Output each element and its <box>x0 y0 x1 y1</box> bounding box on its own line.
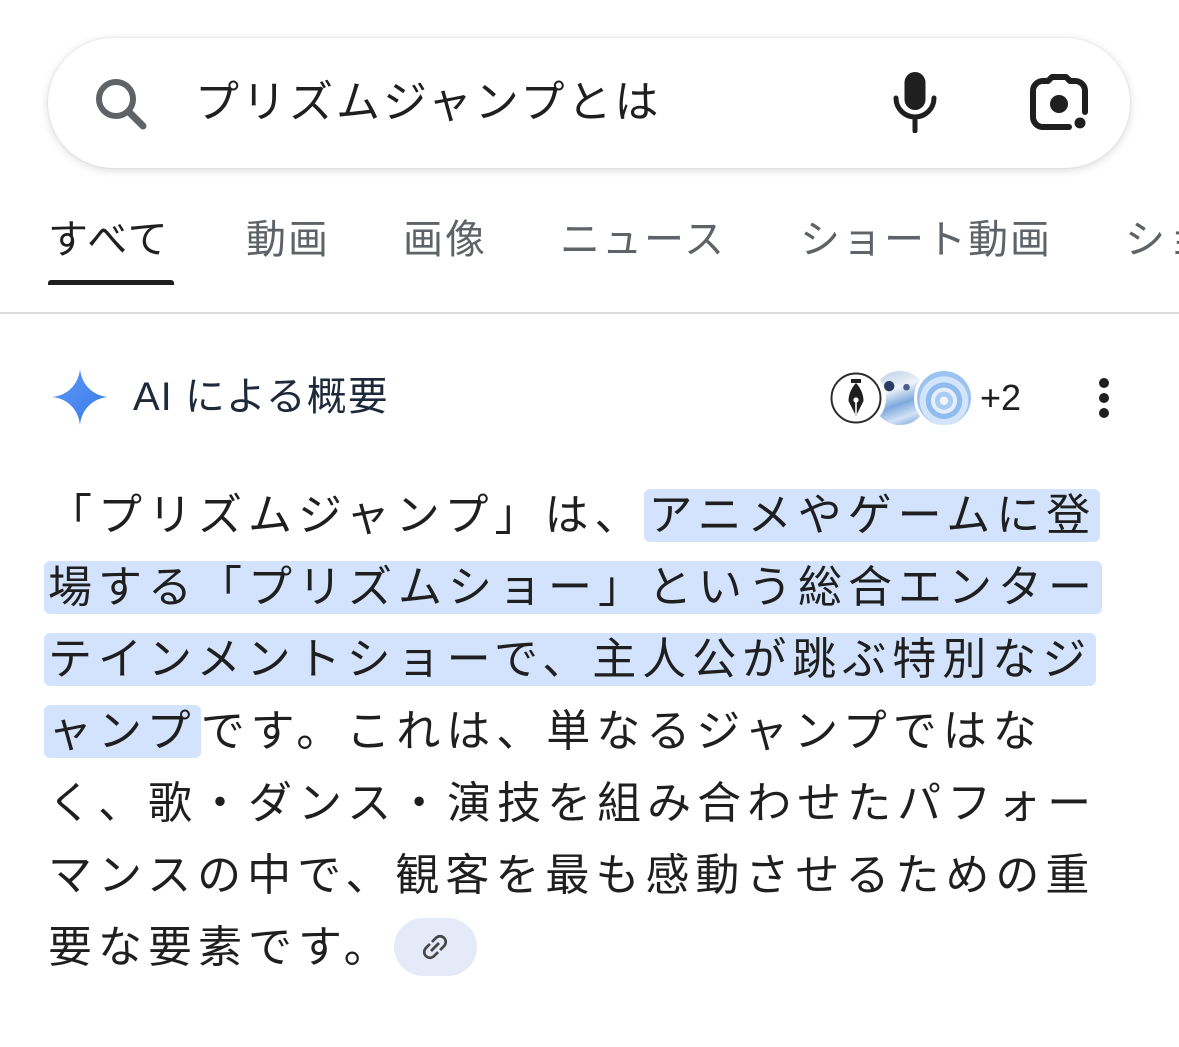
overview-line: く、歌・ダンス・演技を組み合わせたパフォー <box>48 767 1148 839</box>
highlighted-text: アニメやゲームに登 <box>644 488 1101 542</box>
more-sources-count[interactable]: +2 <box>980 376 1021 420</box>
ai-overview-text: 「プリズムジャンプ」は、 アニメやゲームに登 場する「プリズムショー」という総合エ… <box>44 479 1148 983</box>
more-vert-icon[interactable] <box>1088 373 1120 423</box>
overview-text: です。これは、単なるジャンプではな <box>200 706 1043 756</box>
overview-text: 「プリズムジャンプ」は、 <box>48 490 645 540</box>
overview-line: マンスの中で、観客を最も感動させるための重 <box>48 839 1148 911</box>
mic-icon[interactable] <box>892 71 938 134</box>
overview-line: 「プリズムジャンプ」は、 アニメやゲームに登 <box>48 479 1148 551</box>
source-avatars[interactable] <box>826 368 974 428</box>
highlighted-text: ャンプ <box>44 704 201 758</box>
overview-text: マンスの中で、観客を最も感動させるための重 <box>48 850 1096 900</box>
search-icon[interactable] <box>90 74 148 132</box>
tabs-divider <box>0 312 1179 314</box>
sparkle-icon <box>50 367 110 427</box>
ai-overview-title: AI による概要 <box>133 375 389 419</box>
overview-line: 要な要素です。 <box>48 911 1148 983</box>
search-bar[interactable]: プリズムジャンプとは <box>48 38 1130 168</box>
rose-thumbnail <box>914 368 974 428</box>
overview-text: 要な要素です。 <box>48 922 394 972</box>
tab-videos[interactable]: 動画 <box>246 212 330 268</box>
tab-more-cut-off[interactable]: ショ <box>1125 212 1179 268</box>
link-icon <box>418 930 452 964</box>
overview-line: 場する「プリズムショー」という総合エンター <box>44 551 1148 623</box>
selected-tab-indicator <box>48 280 174 285</box>
tab-news[interactable]: ニュース <box>560 212 726 268</box>
tab-images[interactable]: 画像 <box>403 212 487 268</box>
highlighted-text: 場する「プリズムショー」という総合エンター <box>44 560 1102 614</box>
pen-nib-icon <box>826 368 886 428</box>
tab-short-videos[interactable]: ショート動画 <box>800 212 1052 268</box>
source-link-chip[interactable] <box>393 918 477 976</box>
search-input[interactable]: プリズムジャンプとは <box>195 38 661 168</box>
overview-line: ャンプ です。これは、単なるジャンプではな <box>44 695 1148 767</box>
overview-line: テインメントショーで、主人公が跳ぶ特別なジ <box>44 623 1148 695</box>
overview-text: く、歌・ダンス・演技を組み合わせたパフォー <box>48 778 1098 828</box>
highlighted-text: テインメントショーで、主人公が跳ぶ特別なジ <box>44 632 1097 686</box>
google-lens-icon[interactable] <box>1029 74 1089 132</box>
tab-all[interactable]: すべて <box>48 212 170 268</box>
